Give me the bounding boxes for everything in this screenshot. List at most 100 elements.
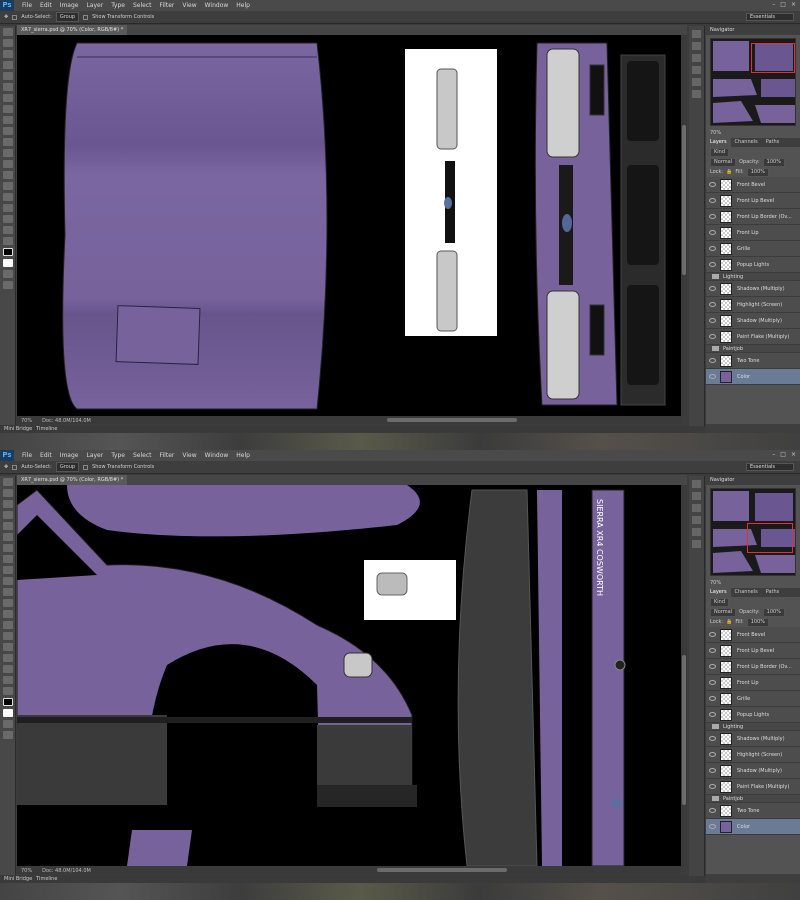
layer-row[interactable]: Front Lip [706, 225, 800, 241]
tab-mini-bridge[interactable]: Mini Bridge [4, 425, 32, 433]
canvas[interactable]: SIERRA XR4 COSWORTH [17, 485, 681, 866]
menu-filter[interactable]: Filter [156, 450, 179, 461]
layer-row[interactable]: Front Lip Bevel [706, 193, 800, 209]
layer-row-selected[interactable]: Color [706, 819, 800, 835]
character-icon[interactable] [692, 54, 701, 62]
opacity-field[interactable]: 100% [762, 157, 785, 167]
foreground-color-swatch[interactable] [3, 248, 13, 256]
minimize-button[interactable]: – [772, 1, 775, 8]
layer-filter-dropdown[interactable]: Kind [710, 147, 730, 157]
show-transform-checkbox[interactable] [83, 464, 89, 470]
hand-tool[interactable] [3, 226, 13, 234]
blur-tool[interactable] [3, 610, 13, 618]
layer-row[interactable]: Popup Lights [706, 707, 800, 723]
layer-row[interactable]: Popup Lights [706, 257, 800, 273]
shape-tool[interactable] [3, 215, 13, 223]
layer-row[interactable]: Shadows (Multiply) [706, 281, 800, 297]
visibility-eye-icon[interactable] [709, 358, 716, 363]
pen-tool[interactable] [3, 632, 13, 640]
maximize-button[interactable]: □ [780, 451, 786, 458]
visibility-eye-icon[interactable] [709, 752, 716, 757]
navigator-title[interactable]: Navigator [706, 476, 800, 485]
workspace-dropdown[interactable]: Essentials [746, 463, 794, 471]
layer-group-row[interactable]: Lighting [706, 723, 800, 731]
lasso-tool[interactable] [3, 50, 13, 58]
workspace-dropdown[interactable]: Essentials [746, 13, 794, 21]
menu-edit[interactable]: Edit [36, 0, 56, 11]
opacity-field[interactable]: 100% [762, 607, 785, 617]
layer-row[interactable]: Grille [706, 691, 800, 707]
history-icon[interactable] [692, 30, 701, 38]
visibility-eye-icon[interactable] [709, 664, 716, 669]
info-icon[interactable] [692, 90, 701, 98]
layer-row[interactable]: Highlight (Screen) [706, 747, 800, 763]
layer-group-row[interactable]: Paintjob [706, 795, 800, 803]
info-icon[interactable] [692, 540, 701, 548]
menu-image[interactable]: Image [56, 450, 83, 461]
pen-tool[interactable] [3, 182, 13, 190]
healing-tool[interactable] [3, 544, 13, 552]
eraser-tool[interactable] [3, 588, 13, 596]
dodge-tool[interactable] [3, 621, 13, 629]
layer-row[interactable]: Shadows (Multiply) [706, 731, 800, 747]
vertical-scroll-thumb[interactable] [682, 655, 686, 805]
zoom-tool[interactable] [3, 687, 13, 695]
navigator-zoom[interactable]: 70% [706, 579, 800, 588]
auto-select-dropdown[interactable]: Group [55, 462, 80, 472]
lock-icon[interactable]: 🔒 [726, 169, 732, 175]
menu-help[interactable]: Help [232, 450, 254, 461]
type-tool[interactable] [3, 193, 13, 201]
character-icon[interactable] [692, 504, 701, 512]
visibility-eye-icon[interactable] [709, 374, 716, 379]
menu-help[interactable]: Help [232, 0, 254, 11]
menu-view[interactable]: View [178, 0, 200, 11]
gradient-tool[interactable] [3, 599, 13, 607]
visibility-eye-icon[interactable] [709, 262, 716, 267]
stamp-tool[interactable] [3, 566, 13, 574]
fill-field[interactable]: 100% [746, 167, 769, 177]
blend-mode-dropdown[interactable]: Normal [710, 157, 737, 167]
visibility-eye-icon[interactable] [709, 808, 716, 813]
marquee-tool[interactable] [3, 489, 13, 497]
navigator-zoom[interactable]: 70% [706, 129, 800, 138]
eyedropper-tool[interactable] [3, 83, 13, 91]
marquee-tool[interactable] [3, 39, 13, 47]
vertical-scroll-thumb[interactable] [682, 125, 686, 275]
actions-icon[interactable] [692, 42, 701, 50]
move-tool[interactable] [3, 478, 13, 486]
quick-select-tool[interactable] [3, 511, 13, 519]
layer-row[interactable]: Front Lip [706, 675, 800, 691]
layer-group-row[interactable]: Lighting [706, 273, 800, 281]
canvas[interactable] [17, 35, 681, 416]
move-tool[interactable] [3, 28, 13, 36]
navigator-title[interactable]: Navigator [706, 26, 800, 35]
paragraph-icon[interactable] [692, 516, 701, 524]
show-transform-checkbox[interactable] [83, 14, 89, 20]
visibility-eye-icon[interactable] [709, 680, 716, 685]
layer-row[interactable]: Shadow (Multiply) [706, 763, 800, 779]
visibility-eye-icon[interactable] [709, 318, 716, 323]
visibility-eye-icon[interactable] [709, 286, 716, 291]
auto-select-checkbox[interactable] [12, 464, 18, 470]
layer-row[interactable]: Front Lip Border (Ov... [706, 659, 800, 675]
layer-row[interactable]: Two Tone [706, 353, 800, 369]
brush-presets-icon[interactable] [692, 78, 701, 86]
layer-row[interactable]: Paint Flake (Multiply) [706, 779, 800, 795]
navigator-preview[interactable] [710, 38, 796, 126]
history-brush-tool[interactable] [3, 127, 13, 135]
auto-select-dropdown[interactable]: Group [55, 12, 80, 22]
auto-select-checkbox[interactable] [12, 14, 18, 20]
lock-icon[interactable]: 🔒 [726, 619, 732, 625]
visibility-eye-icon[interactable] [709, 824, 716, 829]
tab-channels[interactable]: Channels [731, 138, 762, 147]
layer-row[interactable]: Shadow (Multiply) [706, 313, 800, 329]
document-tab[interactable]: XR7_sierra.psd @ 70% (Color, RGB/8#) * [17, 475, 128, 485]
layer-row[interactable]: Front Lip Border (Ov... [706, 209, 800, 225]
visibility-eye-icon[interactable] [709, 302, 716, 307]
shape-tool[interactable] [3, 665, 13, 673]
menu-view[interactable]: View [178, 450, 200, 461]
quick-mask-button[interactable] [3, 720, 13, 728]
status-zoom[interactable]: 70% [21, 417, 32, 425]
visibility-eye-icon[interactable] [709, 712, 716, 717]
foreground-color-swatch[interactable] [3, 698, 13, 706]
